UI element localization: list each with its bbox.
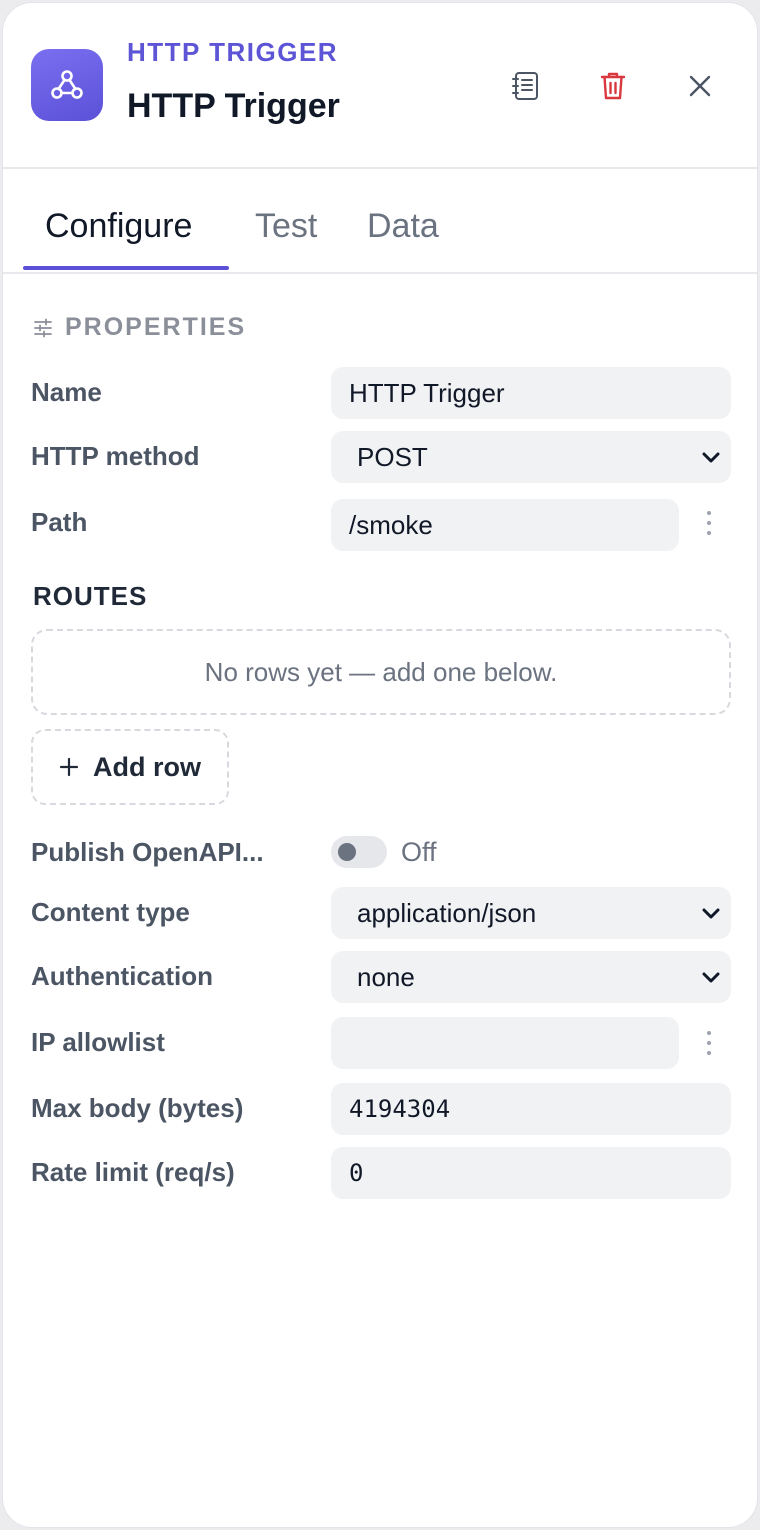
close-button[interactable] bbox=[677, 63, 723, 109]
ip-allowlist-more-button[interactable] bbox=[697, 1023, 721, 1063]
content-type-value: application/json bbox=[357, 897, 537, 928]
more-dot bbox=[707, 1051, 711, 1055]
name-label: Name bbox=[31, 377, 102, 407]
publish-openapi-state: Off bbox=[401, 837, 437, 867]
panel-header: HTTP TRIGGER HTTP Trigger bbox=[3, 3, 757, 169]
active-tab-indicator bbox=[23, 266, 229, 270]
tab-configure[interactable]: Configure bbox=[45, 207, 192, 246]
rate-limit-label: Rate limit (req/s) bbox=[31, 1157, 235, 1187]
authentication-select[interactable]: none bbox=[331, 951, 731, 1003]
section-title: PROPERTIES bbox=[65, 313, 247, 341]
sliders-icon bbox=[34, 318, 52, 337]
tab-bar: Configure Test Data bbox=[3, 171, 757, 274]
add-row-button[interactable]: Add row bbox=[31, 729, 229, 805]
http-method-value: POST bbox=[357, 441, 428, 472]
more-dot bbox=[707, 1041, 711, 1045]
content-type-select[interactable]: application/json bbox=[331, 887, 731, 939]
authentication-label: Authentication bbox=[31, 961, 213, 991]
more-dot bbox=[707, 511, 711, 515]
publish-openapi-label: Publish OpenAPI... bbox=[31, 837, 264, 867]
publish-openapi-toggle[interactable] bbox=[331, 836, 387, 868]
docs-button[interactable] bbox=[503, 63, 549, 109]
path-label: Path bbox=[31, 507, 88, 537]
max-body-input[interactable]: 4194304 bbox=[331, 1083, 731, 1135]
routes-title: ROUTES bbox=[33, 581, 148, 611]
webhook-icon bbox=[31, 49, 103, 121]
toggle-knob bbox=[338, 843, 356, 861]
ip-allowlist-input[interactable] bbox=[331, 1017, 679, 1069]
rate-limit-input[interactable]: 0 bbox=[331, 1147, 731, 1199]
node-type-label: HTTP TRIGGER bbox=[127, 37, 339, 67]
chevron-down-icon bbox=[702, 452, 720, 463]
chevron-down-icon bbox=[702, 972, 720, 983]
delete-button[interactable] bbox=[590, 63, 636, 109]
http-method-select[interactable]: POST bbox=[331, 431, 731, 483]
plus-icon bbox=[59, 757, 79, 777]
close-icon bbox=[689, 75, 711, 97]
path-input[interactable]: /smoke bbox=[331, 499, 679, 551]
name-input[interactable]: HTTP Trigger bbox=[331, 367, 731, 419]
tab-data[interactable]: Data bbox=[367, 207, 439, 246]
add-row-label: Add row bbox=[93, 751, 201, 782]
trash-icon bbox=[600, 72, 626, 100]
http-method-label: HTTP method bbox=[31, 441, 200, 471]
properties-section-header: PROPERTIES bbox=[33, 313, 246, 342]
notebook-icon bbox=[512, 72, 538, 100]
more-dot bbox=[707, 521, 711, 525]
more-dot bbox=[707, 531, 711, 535]
node-title: HTTP Trigger bbox=[127, 87, 340, 125]
authentication-value: none bbox=[357, 961, 415, 992]
chevron-down-icon bbox=[702, 908, 720, 919]
ip-allowlist-label: IP allowlist bbox=[31, 1027, 165, 1057]
tab-test[interactable]: Test bbox=[255, 207, 317, 246]
content-type-label: Content type bbox=[31, 897, 190, 927]
path-more-button[interactable] bbox=[697, 503, 721, 543]
routes-empty-state: No rows yet — add one below. bbox=[31, 629, 731, 715]
node-config-panel: HTTP TRIGGER HTTP Trigger Configure Test… bbox=[2, 2, 758, 1528]
more-dot bbox=[707, 1031, 711, 1035]
max-body-label: Max body (bytes) bbox=[31, 1093, 244, 1123]
